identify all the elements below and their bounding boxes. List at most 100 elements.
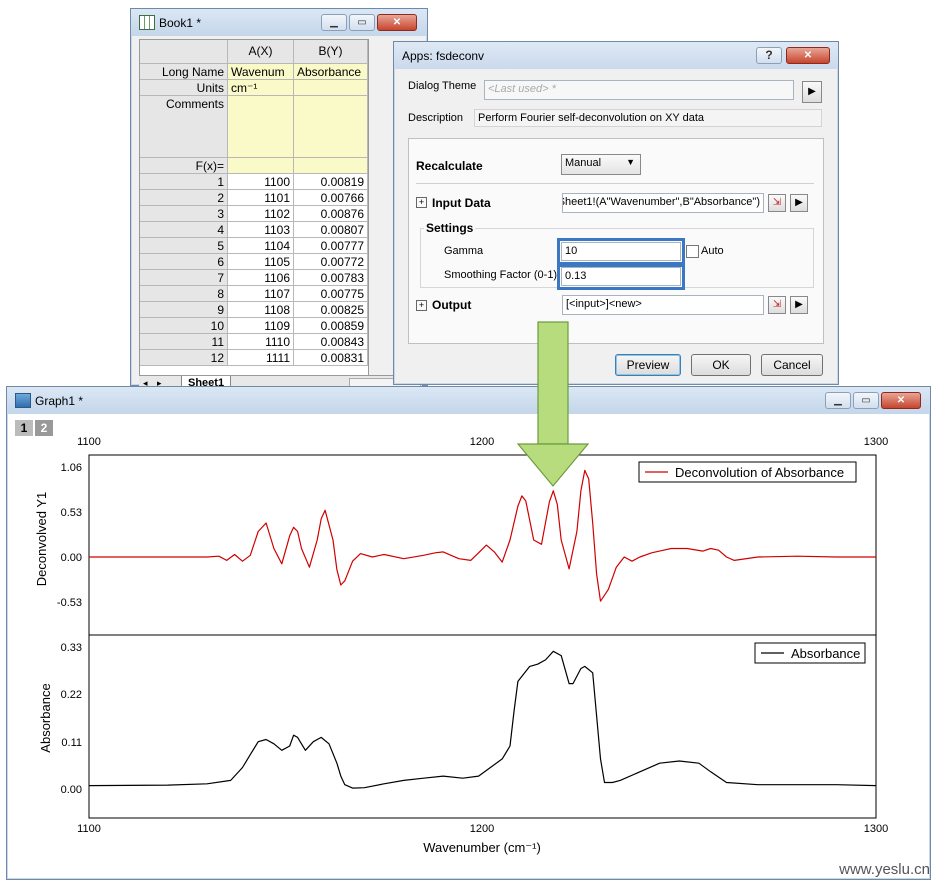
column-header-b[interactable]: B(Y) <box>294 40 368 64</box>
recalculate-select[interactable]: Manual ▼ <box>561 154 641 175</box>
units-b[interactable] <box>294 80 368 96</box>
cell-a[interactable]: 1107 <box>228 286 294 302</box>
cell-b[interactable]: 0.00807 <box>294 222 368 238</box>
book1-window: Book1 * ▁ ▭ ✕ A(X) B(Y) Long Name Wavenu… <box>130 8 428 394</box>
input-data-label: Input Data <box>432 196 491 210</box>
row-label-comments[interactable]: Comments <box>140 96 228 158</box>
gamma-highlight <box>557 238 685 265</box>
cell-b[interactable]: 0.00775 <box>294 286 368 302</box>
input-menu-arrow[interactable]: ▶ <box>790 194 808 212</box>
cell-a[interactable]: 1104 <box>228 238 294 254</box>
recalculate-value: Manual <box>565 157 602 169</box>
smoothing-label: Smoothing Factor (0-1) <box>444 269 558 281</box>
output-select-icon[interactable]: ⇲ <box>768 296 786 314</box>
cell-b[interactable]: 0.00843 <box>294 334 368 350</box>
output-field[interactable]: [<input>]<new> <box>562 295 764 315</box>
cancel-button[interactable]: Cancel <box>761 354 823 376</box>
dialog-close-button[interactable]: ✕ <box>786 47 830 64</box>
layer-tab-2[interactable]: 2 <box>35 420 53 436</box>
row-number[interactable]: 8 <box>140 286 228 302</box>
cell-b[interactable]: 0.00825 <box>294 302 368 318</box>
worksheet-icon <box>139 15 155 30</box>
long-name-b[interactable]: Absorbance <box>294 64 368 80</box>
row-number[interactable]: 2 <box>140 190 228 206</box>
book1-title: Book1 * <box>159 16 202 30</box>
input-data-value: Sheet1!(A"Wavenumber",B"Absorbance") <box>562 196 760 208</box>
corner-cell[interactable] <box>140 40 228 64</box>
row-label-fx[interactable]: F(x)= <box>140 158 228 174</box>
graph1-titlebar[interactable]: Graph1 * ▁ ▭ ✕ <box>7 387 930 414</box>
settings-label: Settings <box>424 221 476 235</box>
cell-b[interactable]: 0.00766 <box>294 190 368 206</box>
cell-a[interactable]: 1105 <box>228 254 294 270</box>
book1-titlebar[interactable]: Book1 * ▁ ▭ ✕ <box>131 9 427 36</box>
fx-a[interactable] <box>228 158 294 174</box>
output-expand-icon[interactable]: + <box>416 300 427 311</box>
maximize-button[interactable]: ▭ <box>349 14 375 31</box>
input-expand-icon[interactable]: + <box>416 197 427 208</box>
graph-icon <box>15 393 31 408</box>
cell-b[interactable]: 0.00859 <box>294 318 368 334</box>
cell-a[interactable]: 1109 <box>228 318 294 334</box>
units-a[interactable]: cm⁻¹ <box>228 80 294 96</box>
cell-b[interactable]: 0.00777 <box>294 238 368 254</box>
row-number[interactable]: 6 <box>140 254 228 270</box>
row-number[interactable]: 7 <box>140 270 228 286</box>
row-label-long-name[interactable]: Long Name <box>140 64 228 80</box>
gamma-label: Gamma <box>444 245 484 257</box>
help-button[interactable]: ? <box>756 47 782 64</box>
cell-a[interactable]: 1100 <box>228 174 294 190</box>
fx-b[interactable] <box>294 158 368 174</box>
graph1-title: Graph1 * <box>35 394 84 408</box>
graph-minimize-button[interactable]: ▁ <box>825 392 851 409</box>
theme-label: Dialog Theme <box>408 80 477 92</box>
graph-close-button[interactable]: ✕ <box>881 392 921 409</box>
cell-a[interactable]: 1106 <box>228 270 294 286</box>
cell-a[interactable]: 1108 <box>228 302 294 318</box>
cell-b[interactable]: 0.00819 <box>294 174 368 190</box>
cell-b[interactable]: 0.00831 <box>294 350 368 366</box>
row-number[interactable]: 1 <box>140 174 228 190</box>
row-number[interactable]: 12 <box>140 350 228 366</box>
cell-a[interactable]: 1102 <box>228 206 294 222</box>
cell-b[interactable]: 0.00783 <box>294 270 368 286</box>
comments-b[interactable] <box>294 96 368 158</box>
row-number[interactable]: 11 <box>140 334 228 350</box>
worksheet-grid[interactable]: A(X) B(Y) Long Name Wavenum Absorbance U… <box>139 39 369 377</box>
auto-label: Auto <box>701 245 724 257</box>
theme-menu-arrow[interactable]: ▶ <box>802 81 822 103</box>
input-data-field[interactable]: Sheet1!(A"Wavenumber",B"Absorbance") <box>562 193 764 213</box>
row-number[interactable]: 3 <box>140 206 228 222</box>
graph-maximize-button[interactable]: ▭ <box>853 392 879 409</box>
row-label-units[interactable]: Units <box>140 80 228 96</box>
smoothing-highlight <box>557 264 685 290</box>
cell-a[interactable]: 1103 <box>228 222 294 238</box>
cell-b[interactable]: 0.00772 <box>294 254 368 270</box>
fsdeconv-dialog: Apps: fsdeconv ? ✕ Dialog Theme <Last us… <box>393 41 839 385</box>
preview-button[interactable]: Preview <box>615 354 681 376</box>
minimize-button[interactable]: ▁ <box>321 14 347 31</box>
ok-button[interactable]: OK <box>691 354 751 376</box>
separator-line <box>416 183 814 184</box>
cell-b[interactable]: 0.00876 <box>294 206 368 222</box>
row-number[interactable]: 10 <box>140 318 228 334</box>
close-button[interactable]: ✕ <box>377 14 417 31</box>
output-label: Output <box>432 298 472 312</box>
output-menu-arrow[interactable]: ▶ <box>790 296 808 314</box>
layer-tab-1[interactable]: 1 <box>15 420 33 436</box>
comments-a[interactable] <box>228 96 294 158</box>
cell-a[interactable]: 1111 <box>228 350 294 366</box>
row-number[interactable]: 5 <box>140 238 228 254</box>
column-header-a[interactable]: A(X) <box>228 40 294 64</box>
dialog-titlebar[interactable]: Apps: fsdeconv ? ✕ <box>394 42 838 69</box>
graph1-window: Graph1 * ▁ ▭ ✕ 1 2 <box>6 386 931 880</box>
long-name-a[interactable]: Wavenum <box>228 64 294 80</box>
theme-combo[interactable]: <Last used> * <box>484 80 794 100</box>
select-data-icon[interactable]: ⇲ <box>768 194 786 212</box>
row-number[interactable]: 9 <box>140 302 228 318</box>
cell-a[interactable]: 1101 <box>228 190 294 206</box>
row-number[interactable]: 4 <box>140 222 228 238</box>
chevron-down-icon: ▼ <box>626 157 635 167</box>
cell-a[interactable]: 1110 <box>228 334 294 350</box>
auto-checkbox[interactable] <box>686 245 699 258</box>
